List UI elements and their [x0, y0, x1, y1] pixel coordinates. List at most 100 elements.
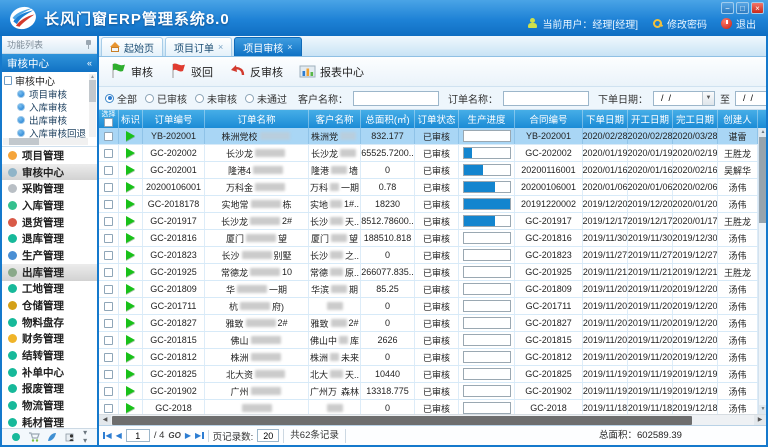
table-row[interactable]: GC-202002长沙龙长沙龙65525.7200..已审核GC-2020022… — [99, 145, 766, 162]
table-row[interactable]: YB-202001株洲党校株洲党832.177已审核YB-2020012020/… — [99, 128, 766, 145]
overflow-button[interactable]: ▾▾ — [83, 429, 87, 445]
tab-项目订单[interactable]: 项目订单× — [165, 37, 232, 56]
column-header-客户名称[interactable]: 客户名称 — [309, 110, 361, 128]
column-header-开工日期[interactable]: 开工日期 — [628, 110, 673, 128]
tree-vertical-scrollbar[interactable]: ▲ — [89, 74, 96, 137]
row-checkbox[interactable] — [104, 217, 113, 226]
horizontal-scrollbar[interactable]: ◀ ▶ — [99, 414, 766, 425]
dot-icon[interactable] — [12, 433, 20, 441]
logout-button[interactable]: 退出 — [721, 16, 756, 31]
table-row[interactable]: GC-201809华一期华滨期85.25已审核GC-2018092019/11/… — [99, 281, 766, 298]
row-checkbox[interactable] — [104, 166, 113, 175]
row-checkbox[interactable] — [104, 268, 113, 277]
vertical-scrollbar[interactable]: ▲ ▼ — [758, 128, 766, 414]
person-book-icon[interactable] — [65, 432, 75, 442]
select-all-checkbox[interactable] — [104, 118, 113, 127]
radio-未审核[interactable]: 未审核 — [195, 91, 237, 106]
scroll-right-arrow[interactable]: ▶ — [754, 415, 766, 425]
scroll-down-arrow[interactable]: ▼ — [759, 405, 766, 414]
radio-已审核[interactable]: 已审核 — [145, 91, 187, 106]
column-header-创建人[interactable]: 创建人 — [718, 110, 758, 128]
table-row[interactable]: GC-201925常德龙10常德原..266077.835..已审核GC-201… — [99, 264, 766, 281]
row-checkbox[interactable] — [104, 370, 113, 379]
customer-name-input[interactable] — [353, 91, 439, 106]
row-checkbox[interactable] — [104, 285, 113, 294]
column-header-订单编号[interactable]: 订单编号 — [143, 110, 205, 128]
column-header-合同编号[interactable]: 合同编号 — [515, 110, 583, 128]
chevron-down-icon[interactable]: ▼ — [702, 92, 714, 105]
tree-item-出库审核[interactable]: 出库审核 — [4, 113, 88, 126]
close-icon[interactable]: × — [287, 43, 292, 52]
first-page-button[interactable]: ◀ — [103, 431, 112, 440]
scroll-up-arrow[interactable]: ▲ — [759, 128, 766, 137]
sidebar-item-补单中心[interactable]: 补单中心 — [2, 364, 97, 381]
close-button[interactable]: × — [751, 2, 764, 14]
toolbar-button-反审核[interactable]: 反审核 — [225, 60, 291, 84]
restore-button[interactable]: □ — [736, 2, 749, 14]
column-header-订单名称[interactable]: 订单名称 — [205, 110, 309, 128]
sidebar-item-工地管理[interactable]: 工地管理 — [2, 281, 97, 298]
toolbar-button-审核[interactable]: 审核 — [105, 59, 161, 85]
go-button[interactable]: GO — [168, 431, 180, 440]
row-checkbox[interactable] — [104, 404, 113, 413]
sidebar-item-采购管理[interactable]: 采购管理 — [2, 180, 97, 197]
order-date-input[interactable]: ▼ — [653, 91, 715, 106]
sidebar-item-项目管理[interactable]: 项目管理 — [2, 147, 97, 164]
row-checkbox[interactable] — [104, 200, 113, 209]
sidebar-item-结转管理[interactable]: 结转管理 — [2, 347, 97, 364]
tree-item-入库审核回退[interactable]: 入库审核回退 — [4, 126, 88, 138]
sidebar-item-审核中心[interactable]: 审核中心 — [2, 164, 97, 181]
pin-icon[interactable] — [85, 40, 92, 49]
close-icon[interactable]: × — [218, 43, 223, 52]
row-checkbox[interactable] — [104, 251, 113, 260]
page-size-input[interactable] — [257, 429, 279, 442]
sidebar-item-出库管理[interactable]: 出库管理 — [2, 264, 97, 281]
row-checkbox[interactable] — [104, 234, 113, 243]
order-name-input[interactable] — [503, 91, 589, 106]
leaf-icon[interactable] — [47, 432, 57, 442]
table-row[interactable]: GC-201902广州广州万森林13318.775已审核GC-201902201… — [99, 383, 766, 400]
table-row[interactable]: 20200106001万科金万科一期0.78已审核202001060012020… — [99, 179, 766, 196]
toolbar-button-报表中心[interactable]: 报表中心 — [295, 60, 372, 84]
table-row[interactable]: GC-201825北大资北大天..10440已审核GC-2018252019/1… — [99, 366, 766, 383]
sidebar-item-生产管理[interactable]: 生产管理 — [2, 247, 97, 264]
column-header-标识[interactable]: 标识 — [119, 110, 143, 128]
last-page-button[interactable]: ▶ — [195, 431, 204, 440]
tab-项目审核[interactable]: 项目审核× — [234, 37, 301, 56]
radio-全部[interactable]: 全部 — [105, 91, 137, 106]
minimize-button[interactable]: − — [721, 2, 734, 14]
table-row[interactable]: GC-202001隆港4隆港墙0已审核202001160012020/01/16… — [99, 162, 766, 179]
sidebar-item-入库管理[interactable]: 入库管理 — [2, 197, 97, 214]
tree-horizontal-scrollbar[interactable] — [3, 138, 88, 145]
row-checkbox[interactable] — [104, 183, 113, 192]
order-date-to-input[interactable]: ▼ — [735, 91, 766, 106]
sidebar-item-物流管理[interactable]: 物流管理 — [2, 397, 97, 414]
row-checkbox[interactable] — [104, 319, 113, 328]
table-row[interactable]: GC-201815佛山佛山中库2626已审核GC-2018152019/11/2… — [99, 332, 766, 349]
tree-item-入库审核[interactable]: 入库审核 — [4, 100, 88, 113]
row-checkbox[interactable] — [104, 149, 113, 158]
table-row[interactable]: GC-201816厦门望厦门望188510.818已审核GC-201816201… — [99, 230, 766, 247]
row-checkbox[interactable] — [104, 302, 113, 311]
sidebar-item-报废管理[interactable]: 报废管理 — [2, 381, 97, 398]
column-header-总面积(㎡)[interactable]: 总面积(㎡) — [361, 110, 415, 128]
change-password-button[interactable]: 修改密码 — [652, 16, 707, 31]
scrollbar-thumb[interactable] — [759, 137, 766, 223]
sidebar-item-仓储管理[interactable]: 仓储管理 — [2, 297, 97, 314]
section-header-audit-center[interactable]: 审核中心 « — [2, 54, 97, 72]
collapse-icon[interactable]: « — [87, 58, 92, 68]
sidebar-item-财务管理[interactable]: 财务管理 — [2, 331, 97, 348]
table-row[interactable]: GC-201917长沙龙2#长沙天..8512.78600..已审核GC-201… — [99, 213, 766, 230]
column-header-选择[interactable]: 选择 — [99, 110, 119, 128]
table-row[interactable]: GC-201827雅致2#雅致2#0已审核GC-2018272019/11/20… — [99, 315, 766, 332]
sidebar-item-物料盘存[interactable]: 物料盘存 — [2, 314, 97, 331]
table-row[interactable]: GC-201823长沙别墅长沙之..0已审核GC-2018232019/11/2… — [99, 247, 766, 264]
sidebar-item-耗材管理[interactable]: 耗材管理 — [2, 414, 97, 428]
scroll-left-arrow[interactable]: ◀ — [99, 415, 111, 425]
table-row[interactable]: GC-201812株洲株洲未来0已审核GC-2018122019/11/2020… — [99, 349, 766, 366]
row-checkbox[interactable] — [104, 336, 113, 345]
scrollbar-thumb[interactable] — [112, 416, 692, 425]
table-row[interactable]: GC-20180已审核GC-20182019/11/182019/11/1820… — [99, 400, 766, 414]
tree-item-项目审核[interactable]: 项目审核 — [4, 87, 88, 100]
row-checkbox[interactable] — [104, 353, 113, 362]
